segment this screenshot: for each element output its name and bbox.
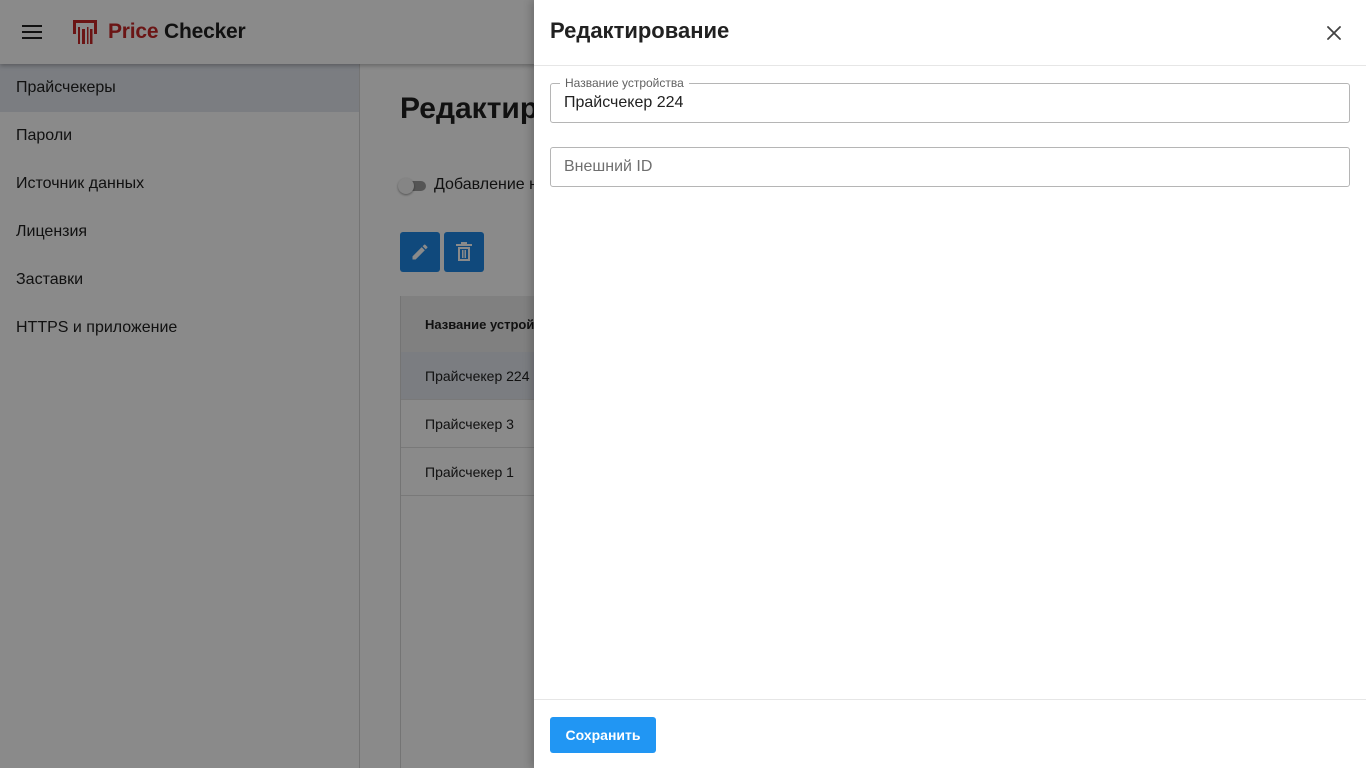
edit-dialog: Редактирование Название устройства Сохра… (534, 0, 1366, 768)
dialog-footer: Сохранить (534, 699, 1366, 768)
device-name-field: Название устройства (550, 76, 1350, 123)
close-icon (1327, 26, 1341, 40)
close-button[interactable] (1320, 19, 1348, 47)
save-button[interactable]: Сохранить (550, 717, 656, 753)
device-name-input[interactable] (551, 84, 1349, 122)
dialog-header: Редактирование (534, 0, 1366, 66)
dialog-title: Редактирование (550, 18, 730, 43)
external-id-input[interactable] (551, 148, 1349, 186)
external-id-field (550, 147, 1350, 187)
